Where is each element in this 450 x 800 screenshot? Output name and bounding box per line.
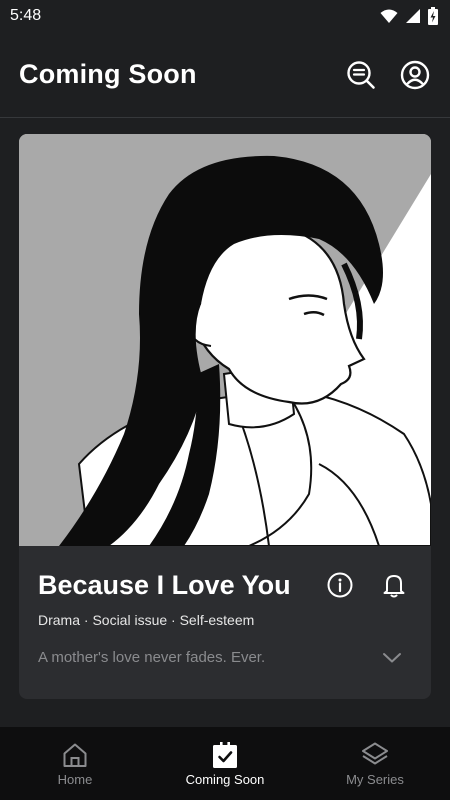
series-cover-image[interactable]: [19, 134, 431, 547]
cover-illustration: [19, 134, 431, 547]
nav-label-coming-soon: Coming Soon: [185, 772, 265, 787]
page-title: Coming Soon: [19, 59, 197, 89]
wifi-icon: [380, 9, 398, 23]
status-time: 5:48: [10, 7, 42, 24]
bell-icon: [383, 575, 405, 598]
user-icon: [400, 60, 430, 89]
home-icon: [63, 743, 87, 767]
series-title[interactable]: Because I Love You: [38, 570, 291, 601]
nav-label-my-series: My Series: [346, 772, 404, 787]
nav-item-my-series[interactable]: My Series: [300, 727, 450, 800]
info-icon: [327, 572, 353, 598]
app-header: Coming Soon: [0, 32, 450, 118]
layers-icon: [362, 742, 388, 765]
info-button[interactable]: [325, 570, 355, 600]
calendar-check-icon: [213, 742, 237, 768]
notify-button[interactable]: [379, 570, 409, 600]
search-list-icon: [347, 60, 375, 89]
battery-icon: [428, 7, 438, 25]
series-card[interactable]: Because I Love You Drama · Social issue …: [19, 134, 431, 699]
header-actions: [346, 60, 430, 90]
nav-item-coming-soon[interactable]: Coming Soon: [150, 727, 300, 800]
bottom-navigation: Home Coming Soon My Series: [0, 727, 450, 800]
series-actions: [325, 570, 409, 600]
status-icons: [380, 7, 438, 25]
nav-item-home[interactable]: Home: [0, 727, 150, 800]
status-bar: 5:48: [0, 0, 450, 32]
series-info: Because I Love You Drama · Social issue …: [19, 546, 431, 699]
account-button[interactable]: [400, 60, 430, 90]
series-genres: Drama · Social issue · Self-esteem: [38, 612, 255, 628]
series-tagline: A mother's love never fades. Ever.: [38, 649, 266, 666]
signal-icon: [406, 9, 420, 23]
nav-label-home: Home: [57, 772, 93, 787]
chevron-down-icon[interactable]: [381, 650, 403, 666]
search-list-button[interactable]: [346, 60, 376, 90]
